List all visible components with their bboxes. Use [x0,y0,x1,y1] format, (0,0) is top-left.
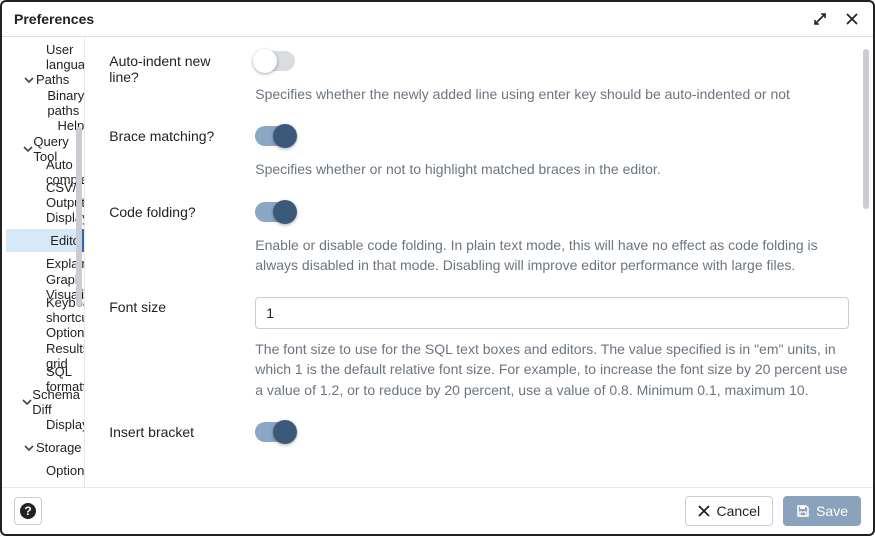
sidebar-item-label: Paths [36,72,69,87]
sidebar-item-storage[interactable]: Storage [6,436,84,459]
footer: ? Cancel Save [2,487,873,534]
chevron-down-icon [22,443,36,453]
svg-text:?: ? [24,504,31,518]
setting-insert-bracket: Insert bracket [109,422,849,445]
setting-label: Font size [109,297,239,400]
save-label: Save [816,503,848,519]
auto-indent-toggle[interactable] [255,51,295,71]
content-scrollbar[interactable] [863,49,869,475]
chevron-down-icon [22,397,32,407]
setting-label: Brace matching? [109,126,239,179]
sidebar-tree: User languagePathsBinary pathsHelpQuery … [2,45,84,482]
body: User languagePathsBinary pathsHelpQuery … [2,37,873,487]
setting-desc: Specifies whether or not to highlight ma… [255,159,849,179]
sidebar-scrollbar[interactable] [76,47,82,477]
font-size-input[interactable] [255,297,849,329]
content-pane: Auto-indent new line? Specifies whether … [85,37,873,487]
chevron-down-icon [22,144,33,154]
setting-label: Code folding? [109,202,239,276]
setting-desc: Specifies whether the newly added line u… [255,84,849,104]
sidebar-item-label: Storage [36,440,82,455]
sidebar-item-keyboard-shortcuts[interactable]: Keyboard shortcuts [6,298,84,321]
insert-bracket-toggle[interactable] [255,422,295,442]
setting-desc: The font size to use for the SQL text bo… [255,339,849,400]
chevron-down-icon [22,75,36,85]
sidebar-item-user-language[interactable]: User language [6,45,84,68]
sidebar-item-schema-diff[interactable]: Schema Diff [6,390,84,413]
setting-label: Insert bracket [109,422,239,445]
setting-label: Auto-indent new line? [109,51,239,104]
titlebar-actions [811,10,861,28]
sidebar: User languagePathsBinary pathsHelpQuery … [2,37,85,487]
sidebar-item-display[interactable]: Display [6,413,84,436]
cancel-button[interactable]: Cancel [685,496,773,526]
sidebar-item-csv-txt-output[interactable]: CSV/TXT Output [6,183,84,206]
brace-matching-toggle[interactable] [255,126,295,146]
sidebar-item-options[interactable]: Options [6,459,84,482]
sidebar-item-display[interactable]: Display [6,206,84,229]
code-folding-toggle[interactable] [255,202,295,222]
setting-auto-indent: Auto-indent new line? Specifies whether … [109,51,849,104]
sidebar-item-binary-paths[interactable]: Binary paths [6,91,84,114]
expand-icon[interactable] [811,10,829,28]
close-icon[interactable] [843,10,861,28]
help-button[interactable]: ? [14,497,42,525]
preferences-window: Preferences User language Paths Binary pat… [0,0,875,536]
setting-brace-matching: Brace matching? Specifies whether or not… [109,126,849,179]
save-icon [796,504,810,518]
window-title: Preferences [14,11,94,27]
setting-code-folding: Code folding? Enable or disable code fol… [109,202,849,276]
save-button[interactable]: Save [783,496,861,526]
setting-font-size: Font size The font size to use for the S… [109,297,849,400]
titlebar: Preferences [2,2,873,37]
close-icon [698,505,710,517]
cancel-label: Cancel [716,503,760,519]
sidebar-item-editor[interactable]: Editor [6,229,84,252]
setting-desc: Enable or disable code folding. In plain… [255,235,849,276]
